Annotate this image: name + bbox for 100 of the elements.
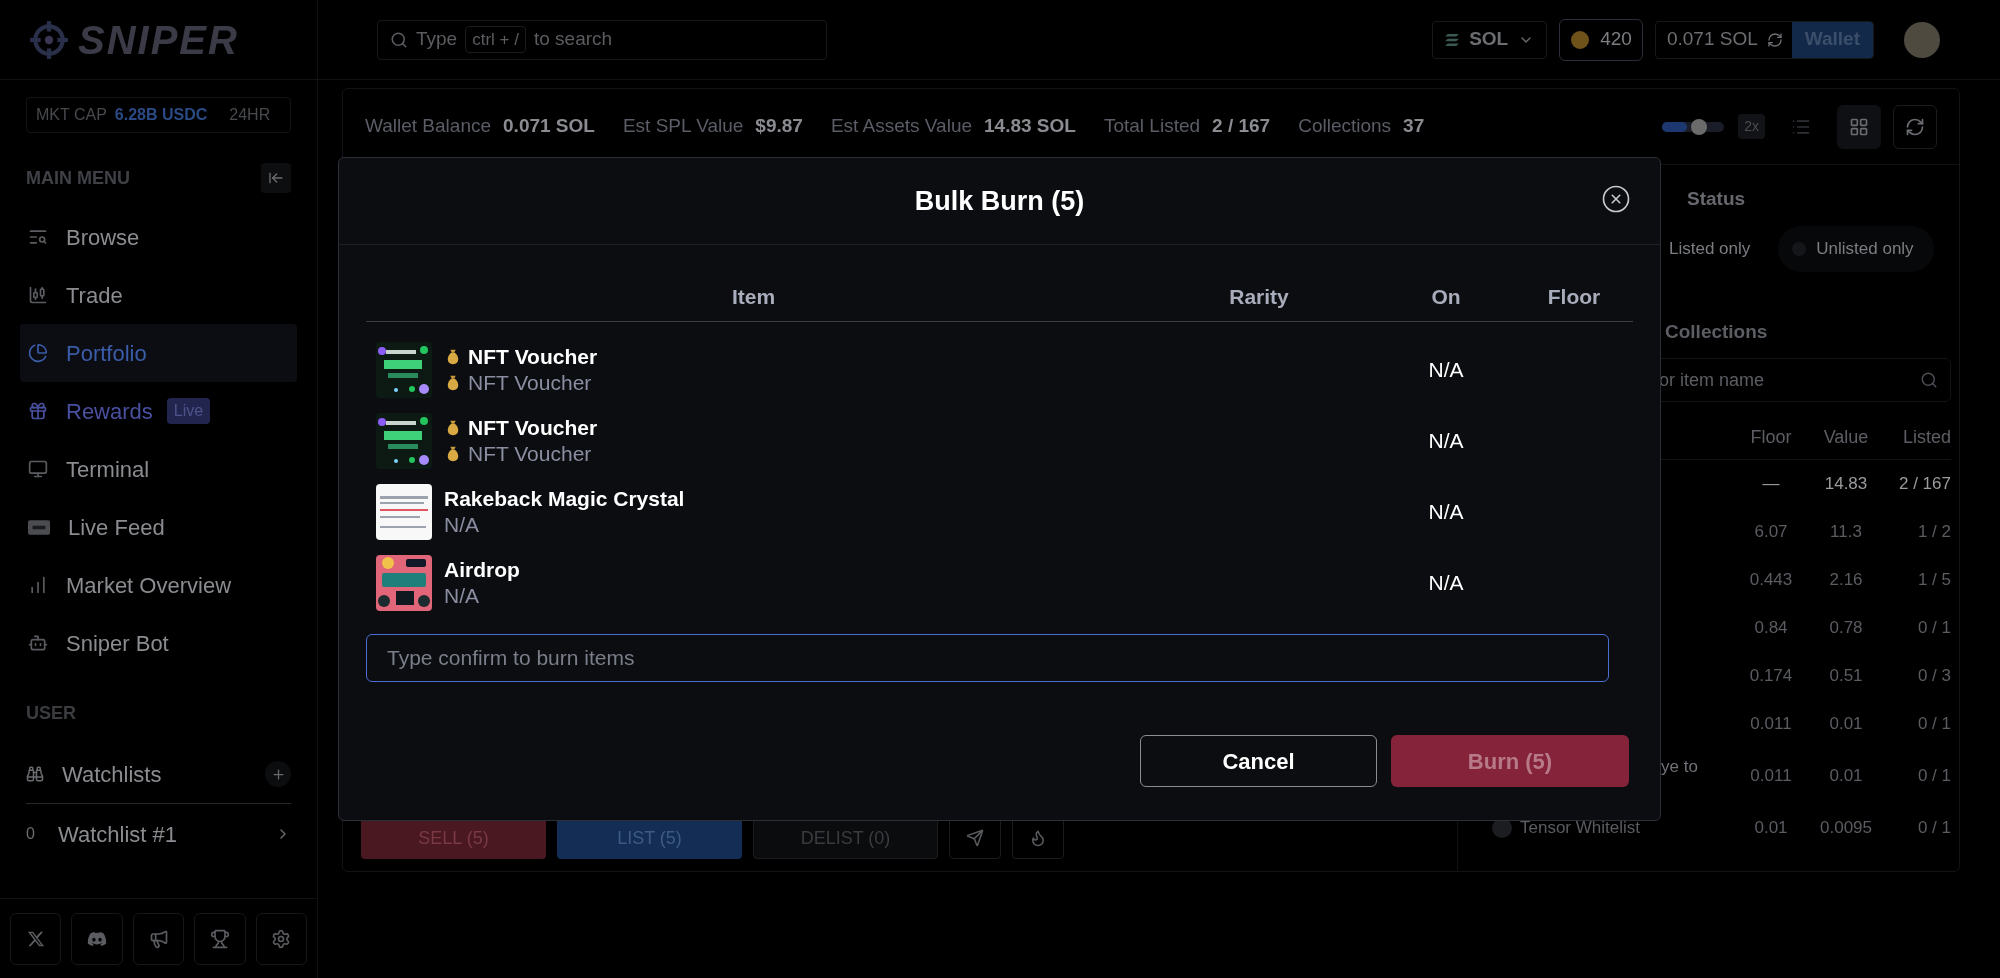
social-button[interactable] [10, 912, 62, 965]
search-icon [390, 30, 408, 49]
table-cell-text: N/A [1427, 427, 1465, 454]
column-header: Listed [1901, 426, 1951, 449]
plus-icon [270, 766, 286, 782]
table-cell-text: 0.51 [1828, 665, 1864, 688]
column-header: Value [1822, 426, 1870, 449]
cancel-button[interactable]: Cancel [1140, 735, 1377, 787]
avatar[interactable] [1904, 21, 1940, 58]
column-header: Rarity [1228, 284, 1290, 311]
nav-item[interactable]: Live Feed [20, 498, 297, 556]
confirm-input[interactable]: Type confirm to burn items [366, 634, 1609, 682]
item-subtitle: N/A [444, 511, 479, 538]
social-button[interactable] [71, 912, 123, 965]
filter-chip[interactable]: Listed only [1669, 225, 1771, 272]
live-badge: Live [166, 398, 211, 424]
table-cell-text: N/A [1427, 356, 1465, 383]
network-dropdown[interactable]: SOL [1432, 20, 1548, 59]
grid-view-button[interactable] [1837, 104, 1881, 149]
column-header: Item [730, 284, 777, 311]
column-header: On [1430, 284, 1462, 311]
watchlists-label[interactable]: Watchlists [62, 757, 162, 791]
collections-heading: Collections [1665, 319, 1769, 344]
stat-value: $9.87 [755, 114, 803, 139]
slider-thumb[interactable] [1691, 118, 1707, 135]
column-header: Floor [1546, 284, 1602, 311]
trophy-icon [209, 928, 230, 949]
ticker-period: 24HR [229, 105, 271, 125]
collection-name: ye to [1661, 756, 1698, 779]
solana-icon [1445, 33, 1460, 46]
stat-value: 37 [1403, 114, 1425, 139]
grid-icon [1849, 116, 1869, 137]
table-cell-text: 1 / 2 [1916, 521, 1951, 544]
stat-label: Collections [1298, 114, 1392, 139]
table-cell-text: 0 / 1 [1916, 817, 1951, 840]
add-button[interactable] [265, 761, 291, 787]
table-cell-text: 0 / 1 [1916, 713, 1951, 736]
close-icon [1601, 184, 1631, 214]
send-icon [966, 829, 984, 847]
nav-item[interactable]: Sniper Bot [20, 614, 297, 672]
stat-label: Est SPL Value [622, 114, 744, 139]
search-hint: Type [416, 27, 458, 52]
pie-chart-icon [28, 343, 48, 363]
table-cell-text: N/A [1427, 569, 1465, 596]
logo-wordmark: SNIPER [78, 19, 239, 60]
stat-value: 2 / 167 [1212, 114, 1271, 139]
points-badge[interactable]: 420 [1559, 18, 1643, 61]
close-button[interactable] [1601, 184, 1631, 214]
filter-chip[interactable]: Unlisted only [1778, 225, 1934, 272]
dialog-title: Bulk Burn (5) [914, 184, 1085, 218]
coin-icon [1570, 29, 1591, 50]
search-field[interactable]: Type ctrl + / to search [377, 19, 827, 60]
nav-item[interactable]: Terminal [20, 440, 297, 498]
item-name: Airdrop [444, 556, 520, 583]
nav-item[interactable]: Market Overview [20, 556, 297, 614]
search-hint: to search [533, 27, 613, 52]
gift-icon [28, 401, 48, 421]
search-icon [1920, 371, 1938, 389]
item-subtitle: N/A [444, 582, 479, 609]
column-header: Floor [1749, 426, 1793, 449]
stat-label: Wallet Balance [365, 114, 492, 139]
table-cell-text: 0.011 [1749, 713, 1793, 736]
table-cell-text: N/A [1427, 498, 1465, 525]
zoom-reading: 2x [1738, 114, 1765, 139]
nav-item[interactable]: Browse [20, 208, 297, 266]
nav-item[interactable]: Rewards Live [20, 382, 297, 440]
stat-label: Total Listed [1103, 114, 1201, 139]
table-cell-text: 2 / 167 [1898, 473, 1951, 496]
item-name: Rakeback Magic Crystal [444, 485, 685, 512]
nav-item[interactable]: Trade [20, 266, 297, 324]
table-cell-text: 1 / 5 [1916, 569, 1951, 592]
robot-icon [28, 633, 48, 653]
watchlist-item[interactable]: 0 Watchlist #1 [26, 810, 291, 858]
filter-label: Unlisted only [1816, 237, 1914, 260]
watchlist-name: Watchlist #1 [58, 820, 177, 849]
collapse-icon [268, 170, 284, 186]
table-cell-text: 0 / 1 [1916, 765, 1951, 788]
candlestick-icon [28, 285, 48, 305]
table-cell-text: 0 / 1 [1916, 617, 1951, 640]
refresh-button[interactable] [1893, 104, 1937, 149]
zoom-slider[interactable] [1662, 121, 1725, 132]
table-cell-text: 0.01 [1828, 713, 1864, 736]
filter-label: Listed only [1669, 237, 1751, 260]
item-name: NFT Voucher [468, 414, 598, 441]
collection-name: Tensor Whitelist [1520, 817, 1640, 840]
item-subtitle: NFT Voucher [468, 440, 592, 467]
collapse-button[interactable] [261, 163, 291, 193]
social-button[interactable] [132, 912, 185, 965]
table-cell-text: 2.16 [1828, 569, 1864, 592]
table-cell-text: 6.07 [1753, 521, 1789, 544]
megaphone-icon [148, 928, 169, 949]
item-subtitle: NFT Voucher [468, 369, 592, 396]
social-button[interactable] [255, 912, 308, 965]
shortcut-key: ctrl + / [465, 25, 526, 54]
stat-label: Est Assets Value [830, 114, 973, 139]
table-cell-text: 0 / 3 [1916, 665, 1951, 688]
refresh-icon[interactable] [1766, 31, 1783, 48]
social-button[interactable] [194, 912, 246, 965]
table-cell-text: 0.84 [1753, 617, 1789, 640]
nav-item[interactable]: Portfolio [20, 324, 297, 382]
